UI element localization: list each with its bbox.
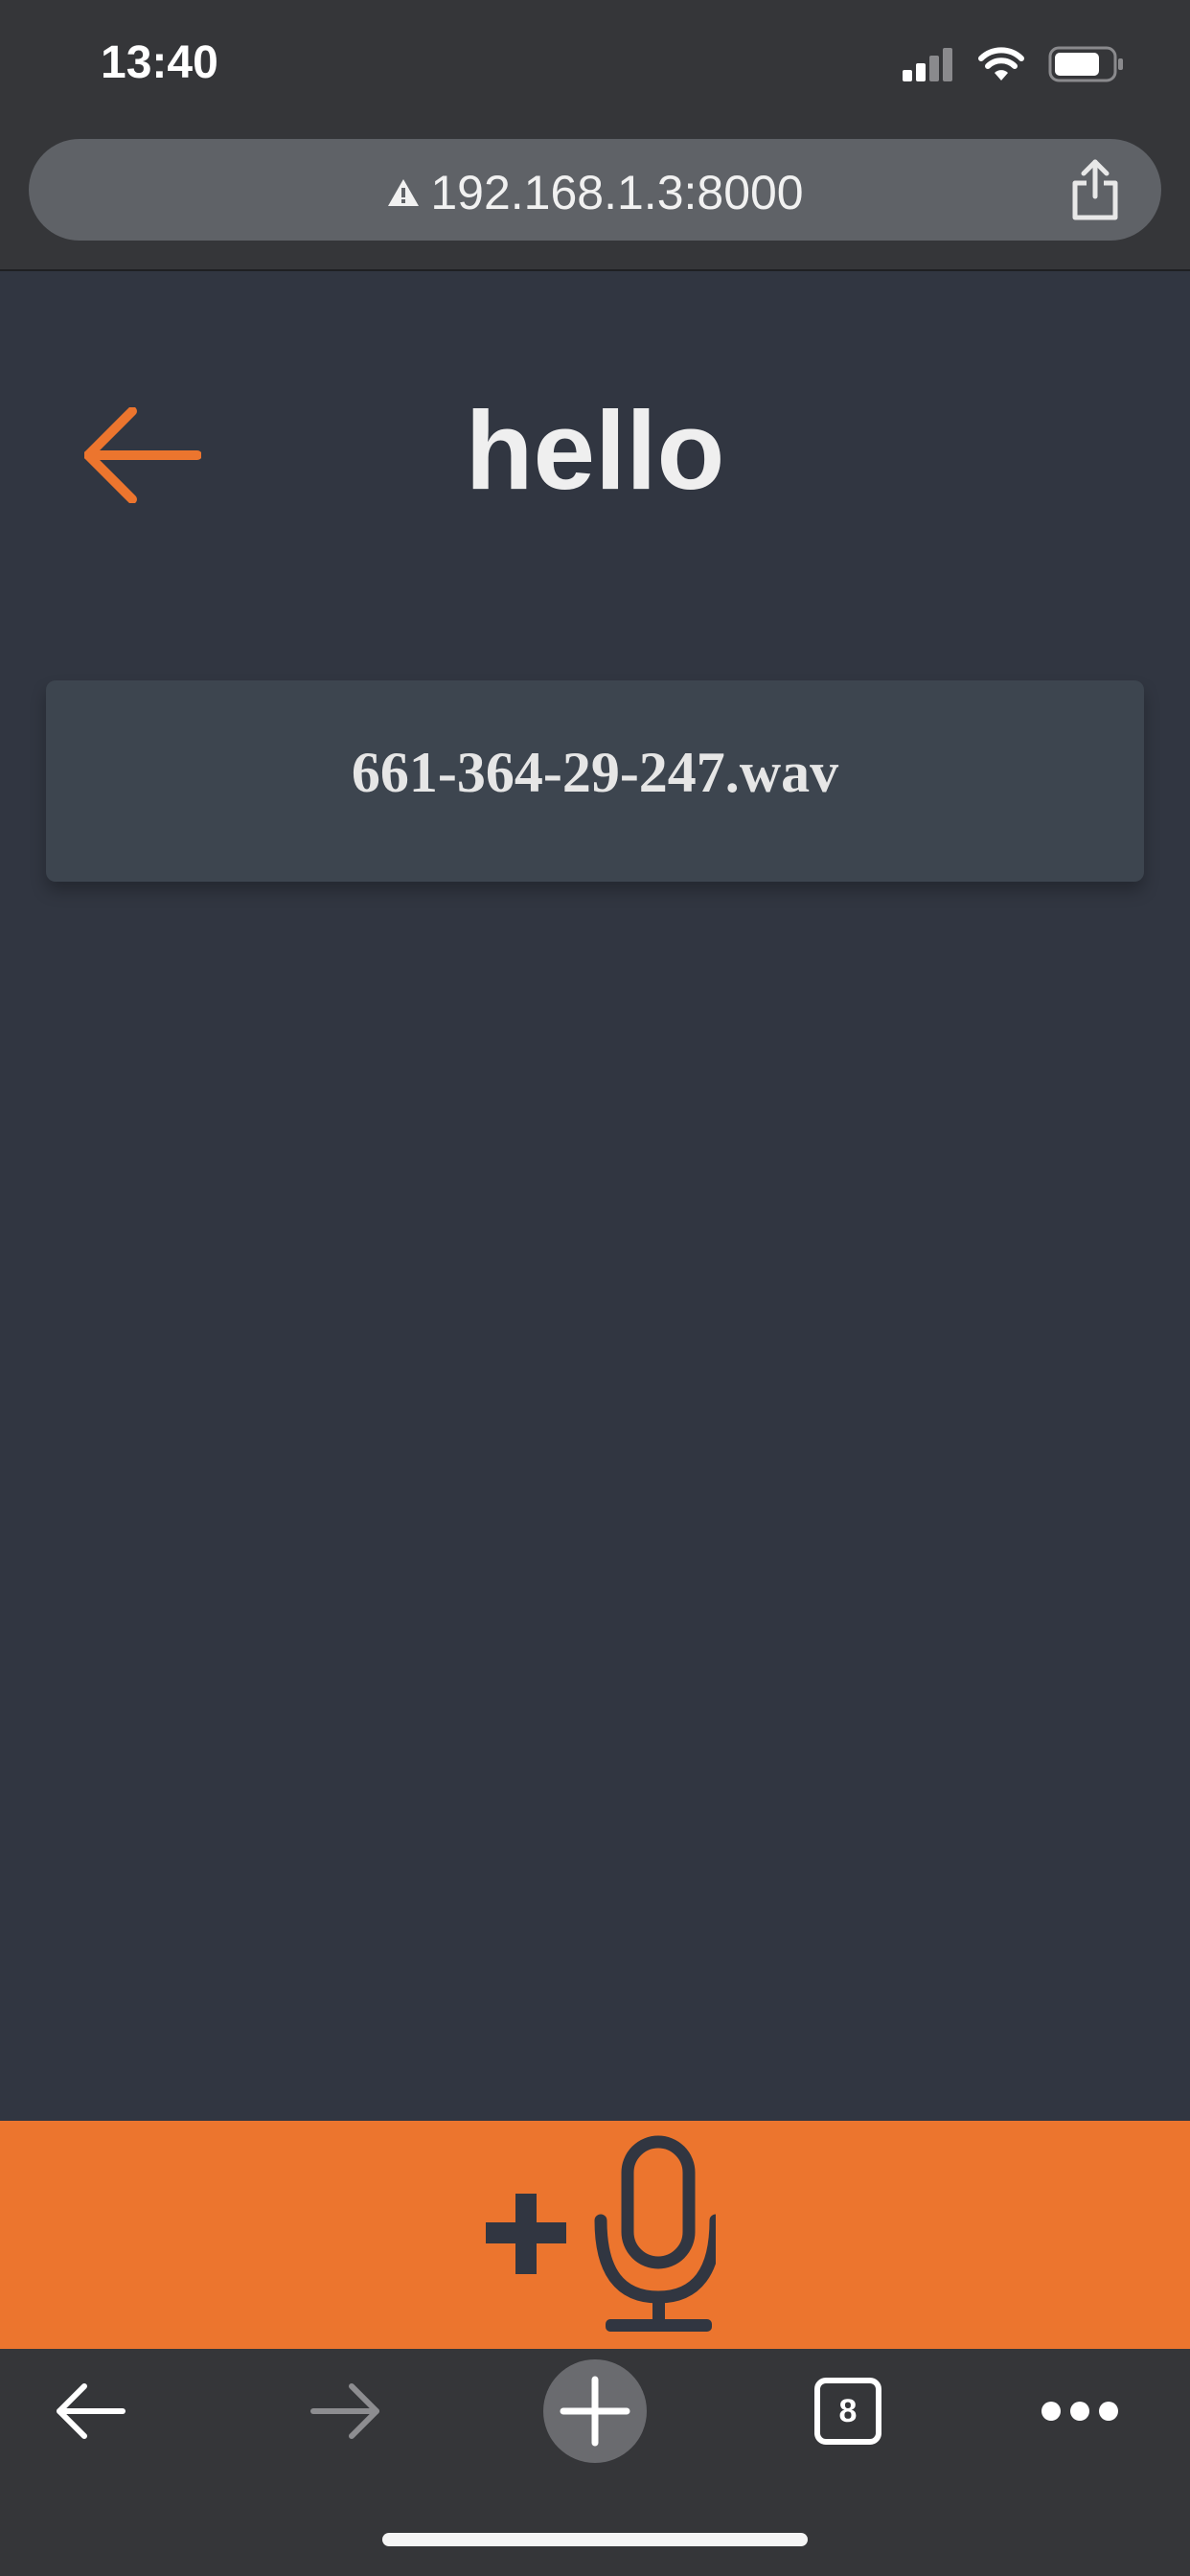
page-content: hello 661-364-29-247.wav (0, 271, 1190, 2121)
status-time: 13:40 (101, 37, 218, 88)
share-icon[interactable] (1069, 158, 1121, 221)
more-button[interactable] (1027, 2349, 1133, 2473)
warning-icon (388, 178, 420, 206)
file-name: 661-364-29-247.wav (351, 741, 839, 804)
plus-icon (486, 2194, 566, 2274)
url-text: 192.168.1.3:8000 (430, 166, 804, 219)
forward-button[interactable] (292, 2349, 398, 2473)
microphone-icon (594, 2135, 716, 2332)
browser-address-area: 192.168.1.3:8000 (0, 129, 1190, 271)
status-bar: 13:40 (0, 0, 1190, 129)
add-recording-icon (486, 2135, 716, 2332)
add-recording-button[interactable] (0, 2121, 1190, 2349)
new-tab-icon (543, 2359, 647, 2463)
tabs-button[interactable]: 8 (795, 2349, 901, 2473)
more-icon (1041, 2402, 1118, 2421)
tab-count: 8 (838, 2392, 858, 2429)
tabs-icon: 8 (814, 2378, 881, 2445)
home-indicator[interactable] (382, 2533, 808, 2546)
back-icon (57, 2383, 126, 2439)
battery-icon (1048, 46, 1123, 82)
address-bar[interactable]: 192.168.1.3:8000 (29, 139, 1161, 241)
url-display[interactable]: 192.168.1.3:8000 (29, 165, 1161, 220)
wifi-icon (978, 47, 1024, 80)
page-title: hello (465, 388, 725, 513)
status-icons (901, 42, 1125, 86)
back-button[interactable] (38, 2349, 144, 2473)
cellular-signal-icon (903, 48, 952, 81)
forward-icon (310, 2383, 379, 2439)
file-list-item[interactable]: 661-364-29-247.wav (46, 680, 1144, 882)
new-tab-button[interactable] (542, 2349, 648, 2473)
